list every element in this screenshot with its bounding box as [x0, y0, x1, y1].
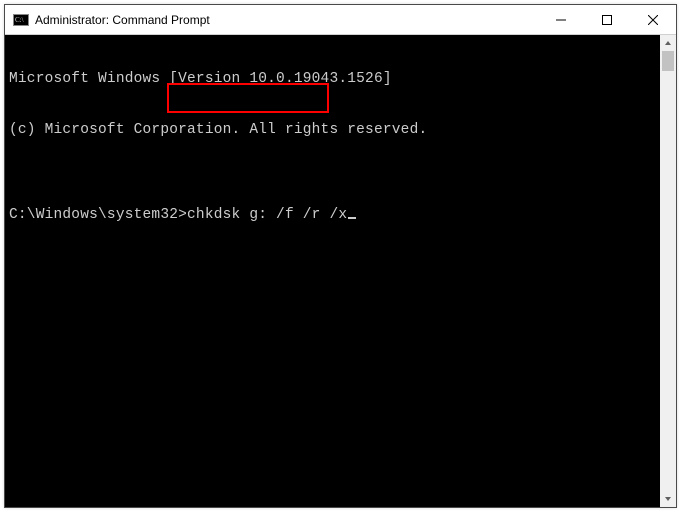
client-area: Microsoft Windows [Version 10.0.19043.15…: [5, 35, 676, 507]
vertical-scrollbar[interactable]: [660, 35, 676, 507]
minimize-button[interactable]: [538, 5, 584, 35]
command-text: chkdsk g: /f /r /x: [187, 207, 347, 223]
scroll-up-button[interactable]: [660, 35, 676, 51]
console-output[interactable]: Microsoft Windows [Version 10.0.19043.15…: [5, 35, 660, 507]
close-button[interactable]: [630, 5, 676, 35]
copyright-line: (c) Microsoft Corporation. All rights re…: [9, 122, 656, 139]
titlebar[interactable]: C:\ Administrator: Command Prompt: [5, 5, 676, 35]
cmd-app-icon: C:\: [13, 12, 29, 28]
prompt-line: C:\Windows\system32>chkdsk g: /f /r /x: [9, 207, 656, 224]
cursor: [348, 217, 356, 219]
command-prompt-window: C:\ Administrator: Command Prompt Micros…: [4, 4, 677, 508]
svg-text:C:\: C:\: [15, 16, 24, 24]
window-title: Administrator: Command Prompt: [35, 13, 210, 27]
scroll-thumb[interactable]: [662, 51, 674, 71]
maximize-button[interactable]: [584, 5, 630, 35]
scroll-down-button[interactable]: [660, 491, 676, 507]
prompt-text: C:\Windows\system32>: [9, 207, 187, 223]
version-line: Microsoft Windows [Version 10.0.19043.15…: [9, 71, 656, 88]
